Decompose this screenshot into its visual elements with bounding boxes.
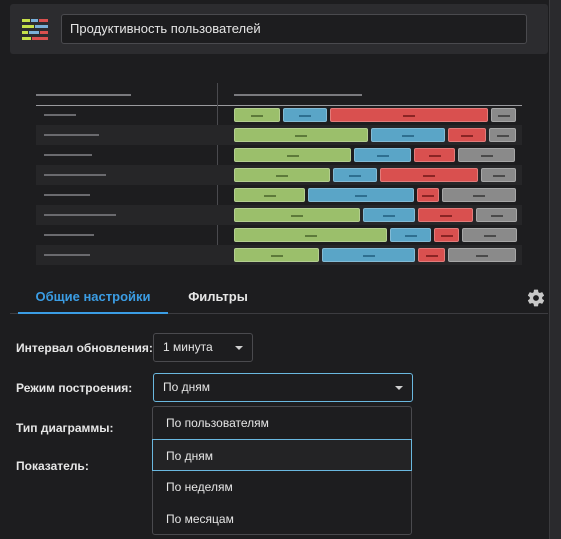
preview-bar-segment bbox=[448, 248, 516, 262]
preview-bar-segment bbox=[380, 168, 478, 182]
tab-general-settings[interactable]: Общие настройки bbox=[18, 282, 168, 314]
preview-row bbox=[36, 165, 522, 185]
refresh-interval-label: Интервал обновления: bbox=[16, 341, 153, 355]
preview-row-label bbox=[44, 134, 99, 136]
preview-row bbox=[36, 205, 522, 225]
preview-bar-segment bbox=[330, 108, 488, 122]
preview-bar-segment bbox=[371, 128, 445, 142]
preview-row-label bbox=[44, 234, 94, 236]
preview-bar-segment bbox=[448, 128, 486, 142]
preview-bar-segment bbox=[322, 248, 415, 262]
preview-bar-segment bbox=[333, 168, 377, 182]
dropdown-option-by-days[interactable]: По дням bbox=[152, 439, 412, 471]
report-title-input[interactable]: Продуктивность пользователей bbox=[61, 14, 527, 44]
window-edge bbox=[549, 0, 561, 539]
preview-bar-segment bbox=[234, 168, 330, 182]
settings-tabs: Общие настройки Фильтры bbox=[10, 282, 548, 314]
preview-bar-segment bbox=[414, 148, 455, 162]
chart-type-label: Тип диаграммы: bbox=[16, 421, 114, 435]
chevron-down-icon bbox=[395, 386, 403, 390]
tab-filters[interactable]: Фильтры bbox=[178, 282, 258, 314]
header-bar: Продуктивность пользователей bbox=[10, 4, 548, 54]
preview-header-label-2 bbox=[234, 94, 362, 96]
build-mode-label: Режим построения: bbox=[16, 381, 133, 395]
preview-bar-segment bbox=[234, 228, 387, 242]
preview-row-label bbox=[44, 254, 90, 256]
preview-row bbox=[36, 125, 522, 145]
preview-bar-segment bbox=[418, 248, 445, 262]
build-mode-value: По дням bbox=[163, 380, 211, 394]
preview-row bbox=[36, 105, 522, 125]
preview-bar-segment bbox=[462, 228, 517, 242]
preview-row bbox=[36, 185, 522, 205]
preview-bar-segment bbox=[417, 188, 439, 202]
preview-row-label bbox=[44, 174, 106, 176]
preview-row bbox=[36, 145, 522, 165]
preview-bar-segment bbox=[363, 208, 415, 222]
chart-preview bbox=[36, 83, 522, 265]
build-mode-select[interactable]: По дням bbox=[153, 373, 413, 402]
metric-label: Показатель: bbox=[16, 459, 89, 473]
preview-row bbox=[36, 245, 522, 265]
preview-row-label bbox=[44, 114, 76, 116]
preview-bar-segment bbox=[234, 248, 319, 262]
preview-bar-segment bbox=[234, 148, 351, 162]
preview-bar-segment bbox=[234, 188, 305, 202]
dropdown-option-by-months[interactable]: По месяцам bbox=[153, 503, 411, 535]
preview-row bbox=[36, 225, 522, 245]
preview-bar-segment bbox=[476, 208, 517, 222]
refresh-interval-value: 1 минута bbox=[163, 340, 213, 354]
preview-row-label bbox=[44, 194, 90, 196]
preview-bar-segment bbox=[489, 128, 516, 142]
preview-bar-segment bbox=[434, 228, 459, 242]
preview-bar-segment bbox=[418, 208, 473, 222]
chart-list-icon bbox=[22, 19, 48, 41]
preview-bar-segment bbox=[491, 108, 516, 122]
preview-bar-segment bbox=[234, 108, 280, 122]
preview-bar-segment bbox=[234, 128, 368, 142]
dropdown-option-by-weeks[interactable]: По неделям bbox=[153, 471, 411, 503]
build-mode-dropdown: По пользователям По дням По неделям По м… bbox=[152, 406, 412, 535]
preview-bar-segment bbox=[481, 168, 516, 182]
chevron-down-icon bbox=[235, 346, 243, 350]
dropdown-option-by-users[interactable]: По пользователям bbox=[153, 407, 411, 439]
refresh-interval-select[interactable]: 1 минута bbox=[153, 333, 253, 362]
preview-bar-segment bbox=[354, 148, 411, 162]
preview-row-label bbox=[44, 154, 92, 156]
preview-bar-segment bbox=[283, 108, 327, 122]
preview-header-label-1 bbox=[36, 94, 131, 96]
preview-bar-segment bbox=[442, 188, 516, 202]
gear-icon[interactable] bbox=[526, 288, 546, 308]
preview-row-label bbox=[44, 214, 116, 216]
preview-bar-segment bbox=[308, 188, 414, 202]
preview-bar-segment bbox=[234, 208, 360, 222]
preview-bar-segment bbox=[390, 228, 431, 242]
preview-bar-segment bbox=[458, 148, 515, 162]
